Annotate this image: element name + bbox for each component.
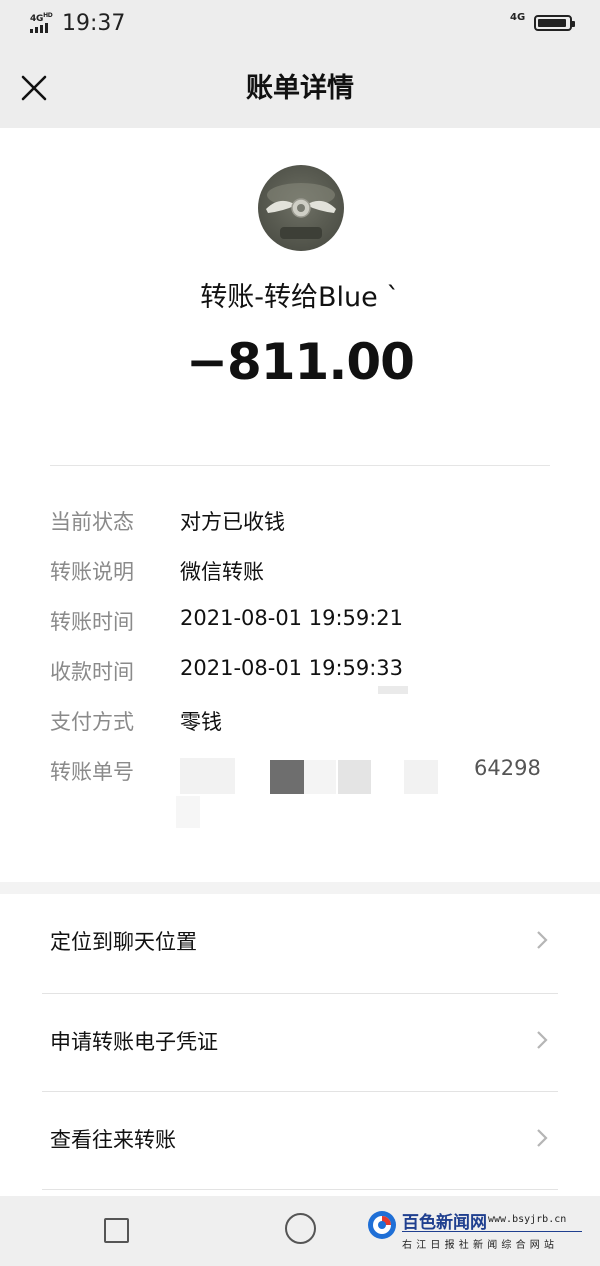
watermark-name: 百色新闻网 bbox=[402, 1213, 487, 1233]
detail-row-transfer-time: 转账时间 2021-08-01 19:59:21 bbox=[50, 606, 570, 642]
chevron-right-icon bbox=[537, 1129, 548, 1147]
page-title: 账单详情 bbox=[246, 73, 354, 104]
cellular-signal-icon: 4GHD bbox=[30, 12, 54, 34]
redaction-block bbox=[270, 760, 304, 794]
detail-value: 微信转账 bbox=[180, 560, 264, 584]
order-number-suffix: 64298 bbox=[474, 756, 541, 780]
battery-icon bbox=[534, 15, 575, 31]
transfer-title: 转账-转给Blue ` bbox=[200, 282, 400, 313]
action-label: 申请转账电子凭证 bbox=[50, 1030, 218, 1054]
detail-value: 2021-08-01 19:59:33 bbox=[180, 656, 404, 680]
chevron-right-icon bbox=[537, 931, 548, 949]
home-button[interactable] bbox=[285, 1213, 316, 1244]
detail-label: 当前状态 bbox=[50, 510, 134, 534]
detail-value: 2021-08-01 19:59:21 bbox=[180, 606, 404, 630]
status-bar: 4GHD 19:37 4G bbox=[0, 0, 600, 50]
section-divider bbox=[50, 465, 550, 466]
network-type-label: 4G bbox=[510, 12, 526, 23]
watermark-subtitle: 右江日报社新闻综合网站 bbox=[402, 1240, 559, 1251]
detail-row-payment-method: 支付方式 零钱 bbox=[50, 706, 570, 742]
redaction-block bbox=[180, 758, 235, 794]
action-locate-in-chat[interactable]: 定位到聊天位置 bbox=[0, 894, 600, 992]
news-watermark: 百色新闻网 www.bsyjrb.cn 右江日报社新闻综合网站 bbox=[366, 1203, 594, 1263]
recipient-avatar bbox=[258, 165, 344, 251]
watermark-url: www.bsyjrb.cn bbox=[488, 1214, 567, 1225]
close-icon bbox=[21, 75, 47, 101]
recent-apps-button[interactable] bbox=[104, 1218, 129, 1243]
nav-bar: 账单详情 bbox=[0, 50, 600, 128]
action-view-transfers[interactable]: 查看往来转账 bbox=[0, 1092, 600, 1190]
redaction-block bbox=[378, 686, 408, 694]
detail-row-receive-time: 收款时间 2021-08-01 19:59:33 bbox=[50, 656, 570, 692]
watermark-rule bbox=[402, 1231, 582, 1232]
redaction-block bbox=[176, 796, 200, 828]
detail-value: 对方已收钱 bbox=[180, 510, 285, 534]
row-divider bbox=[42, 1189, 558, 1190]
close-button[interactable] bbox=[14, 68, 54, 108]
transfer-amount: −811.00 bbox=[186, 333, 415, 391]
detail-label: 转账单号 bbox=[50, 760, 134, 784]
action-request-receipt[interactable]: 申请转账电子凭证 bbox=[0, 994, 600, 1092]
detail-value: 零钱 bbox=[180, 710, 222, 734]
redaction-block bbox=[404, 760, 438, 794]
detail-label: 收款时间 bbox=[50, 660, 134, 684]
news-logo-icon bbox=[368, 1211, 396, 1239]
detail-label: 转账时间 bbox=[50, 610, 134, 634]
redaction-block bbox=[304, 760, 336, 794]
redaction-block bbox=[338, 760, 371, 794]
detail-row-status: 当前状态 对方已收钱 bbox=[50, 506, 570, 542]
chevron-right-icon bbox=[537, 1031, 548, 1049]
detail-row-note: 转账说明 微信转账 bbox=[50, 556, 570, 592]
detail-label: 支付方式 bbox=[50, 710, 134, 734]
action-label: 定位到聊天位置 bbox=[50, 930, 197, 954]
detail-label: 转账说明 bbox=[50, 560, 134, 584]
action-label: 查看往来转账 bbox=[50, 1128, 176, 1152]
status-time: 19:37 bbox=[62, 11, 126, 36]
section-gap bbox=[0, 882, 600, 894]
